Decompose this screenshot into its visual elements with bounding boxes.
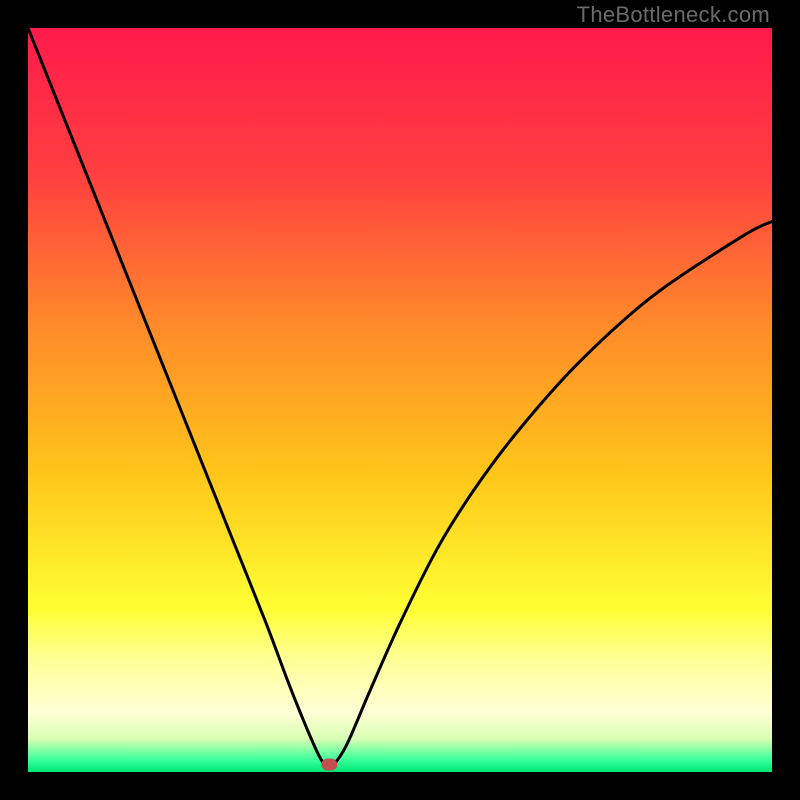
optimal-marker <box>321 759 337 771</box>
watermark-text: TheBottleneck.com <box>577 2 770 28</box>
chart-frame: TheBottleneck.com <box>0 0 800 800</box>
gradient-background <box>28 28 772 772</box>
plot-area <box>28 28 772 772</box>
chart-svg <box>28 28 772 772</box>
